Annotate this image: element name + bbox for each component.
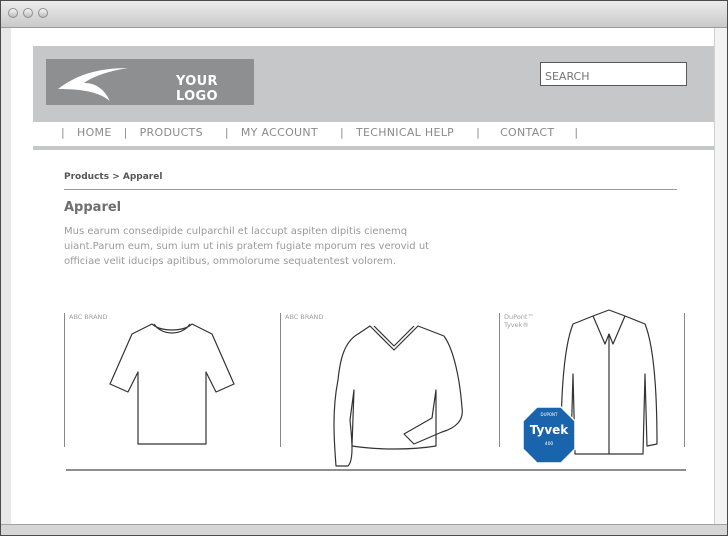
product-card-labcoat[interactable]: DuPont™ Tyvek® DUPONT Tyvek 400 xyxy=(499,309,709,464)
card-divider xyxy=(684,313,685,447)
search-input[interactable] xyxy=(540,62,687,86)
nav-products[interactable]: PRODUCTS xyxy=(140,126,203,139)
vertical-scrollbar[interactable] xyxy=(714,28,727,526)
tshirt-image xyxy=(109,323,235,445)
web-page: YOUR LOGO | HOME | PRODUCTS | MY ACCOUNT… xyxy=(11,28,715,526)
nav-divider: | xyxy=(574,125,579,139)
product-brand: ABC BRAND xyxy=(69,313,108,321)
nav-contact[interactable]: CONTACT xyxy=(500,126,554,139)
card-divider xyxy=(499,313,500,447)
nav-divider: | xyxy=(476,125,481,139)
tyvek-badge-sub: 400 xyxy=(544,442,554,447)
nav-divider: | xyxy=(224,125,229,139)
page-description: Mus earum consedipide culparchil et lacc… xyxy=(64,226,430,267)
close-window-button[interactable] xyxy=(8,8,18,18)
nav-home[interactable]: HOME xyxy=(77,126,112,139)
minimize-window-button[interactable] xyxy=(23,8,33,18)
product-brand-line1: DuPont™ xyxy=(504,313,534,321)
logo-text: YOUR LOGO xyxy=(176,74,218,104)
nav-technical-help[interactable]: TECHNICAL HELP xyxy=(356,126,454,139)
nav-divider: | xyxy=(339,125,344,139)
card-divider xyxy=(64,313,65,447)
divider xyxy=(64,189,677,190)
main-nav: | HOME | PRODUCTS | MY ACCOUNT | TECHNIC… xyxy=(33,122,715,142)
site-header: YOUR LOGO xyxy=(33,46,715,122)
status-bar xyxy=(1,524,727,535)
nav-underline xyxy=(33,146,715,150)
nav-divider: | xyxy=(61,125,66,139)
page-title: Apparel xyxy=(64,200,122,215)
product-brand-line2: Tyvek® xyxy=(504,321,529,329)
product-row-baseline xyxy=(66,469,686,471)
card-divider xyxy=(280,313,281,447)
product-card-sweater[interactable]: ABC BRAND xyxy=(280,313,490,467)
title-bar xyxy=(1,1,727,28)
tyvek-badge-top: DUPONT xyxy=(540,412,558,417)
nav-divider: | xyxy=(123,125,128,139)
nav-my-account[interactable]: MY ACCOUNT xyxy=(241,126,318,139)
site-logo[interactable]: YOUR LOGO xyxy=(46,59,254,105)
browser-window: YOUR LOGO | HOME | PRODUCTS | MY ACCOUNT… xyxy=(0,0,728,536)
swoosh-logo-icon xyxy=(58,68,128,101)
zoom-window-button[interactable] xyxy=(38,8,48,18)
breadcrumb[interactable]: Products > Apparel xyxy=(64,172,162,182)
product-card-tshirt[interactable]: ABC BRAND xyxy=(64,313,274,447)
sweater-image xyxy=(333,325,463,467)
tyvek-badge-name: Tyvek xyxy=(529,423,569,437)
product-brand: ABC BRAND xyxy=(285,313,324,321)
